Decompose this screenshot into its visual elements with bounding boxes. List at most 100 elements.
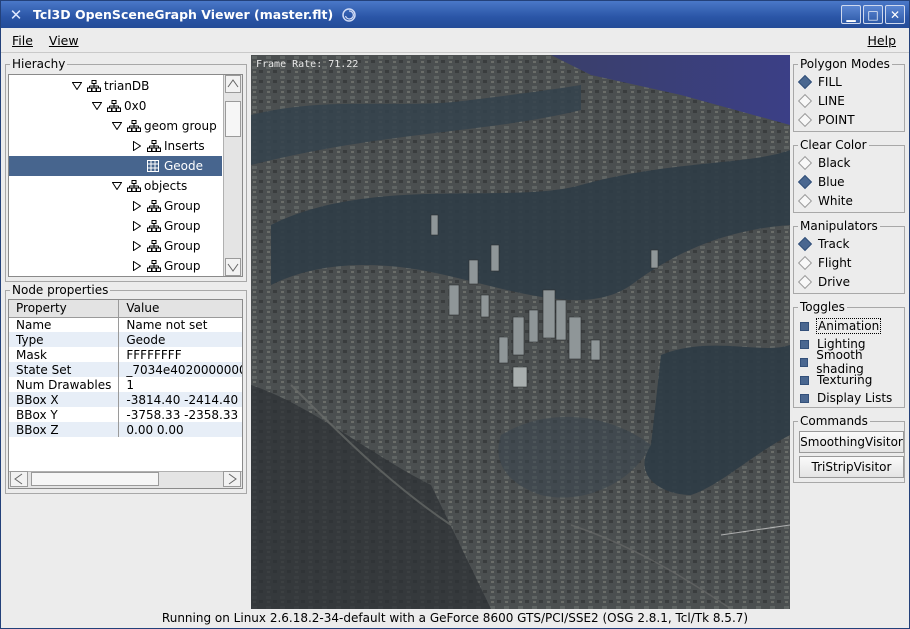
- tree-node[interactable]: 0x0: [9, 96, 222, 116]
- toggle-animation[interactable]: Animation: [800, 317, 882, 335]
- polygon-mode-option-line[interactable]: LINE: [797, 92, 845, 110]
- table-row[interactable]: State Set _7034e40200000000: [9, 362, 242, 377]
- geode-icon: [147, 160, 161, 172]
- manipulators-group: Manipulators Track Flight Drive: [793, 219, 905, 294]
- collapsed-triangle-icon[interactable]: [131, 140, 143, 152]
- manipulator-option-track[interactable]: Track: [797, 235, 850, 253]
- hierarchy-tree[interactable]: trianDB 0x0 geom group Inserts Geode objects G…: [8, 74, 243, 277]
- checkbox-icon[interactable]: [800, 357, 809, 367]
- expanded-triangle-icon[interactable]: [111, 120, 123, 132]
- collapsed-triangle-icon[interactable]: [131, 220, 143, 232]
- table-row[interactable]: BBox Z 0.00 0.00: [9, 422, 242, 437]
- radio-diamond-icon[interactable]: [797, 112, 813, 128]
- property-value-cell: 1: [118, 377, 242, 392]
- manipulator-option-flight[interactable]: Flight: [797, 254, 852, 272]
- polygon-modes-group: Polygon Modes FILL LINE POINT: [793, 57, 905, 132]
- clear-color-option-blue[interactable]: Blue: [797, 173, 845, 191]
- collapsed-triangle-icon[interactable]: [131, 240, 143, 252]
- tree-node-label: 0x0: [124, 99, 147, 113]
- checkbox-icon[interactable]: [800, 393, 809, 403]
- column-header-property[interactable]: Property: [9, 300, 120, 318]
- title-bar[interactable]: ✕ Tcl3D OpenSceneGraph Viewer (master.fl…: [1, 1, 909, 28]
- manipulator-option-label: Track: [818, 237, 850, 251]
- toggles-group: Toggles Animation Lighting Smooth shading T…: [793, 300, 905, 408]
- collapsed-triangle-icon[interactable]: [131, 200, 143, 212]
- column-header-value[interactable]: Value: [118, 300, 242, 318]
- checkbox-icon[interactable]: [800, 339, 809, 349]
- expanded-triangle-icon[interactable]: [111, 180, 123, 192]
- checkbox-icon[interactable]: [800, 321, 809, 331]
- tree-node[interactable]: objects: [9, 176, 222, 196]
- app-x-icon[interactable]: ✕: [5, 4, 27, 26]
- radio-diamond-icon[interactable]: [797, 193, 813, 209]
- scroll-left-arrow[interactable]: [10, 471, 28, 487]
- scroll-right-arrow[interactable]: [223, 471, 241, 487]
- property-name-cell: BBox Z: [9, 422, 120, 437]
- menu-file[interactable]: File: [7, 33, 38, 48]
- tree-scroll-thumb[interactable]: [225, 101, 241, 137]
- menu-view[interactable]: View: [44, 33, 84, 48]
- osg-viewport[interactable]: Frame Rate: 71.22: [251, 55, 790, 609]
- radio-diamond-icon[interactable]: [797, 93, 813, 109]
- clear-color-option-label: White: [818, 194, 853, 208]
- expanded-triangle-icon[interactable]: [91, 100, 103, 112]
- radio-diamond-icon[interactable]: [797, 236, 813, 252]
- tree-node[interactable]: geom group: [9, 116, 222, 136]
- tree-node[interactable]: Group: [9, 256, 222, 276]
- collapsed-triangle-icon[interactable]: [131, 260, 143, 272]
- tree-node-label: Inserts: [164, 139, 205, 153]
- tristrip-visitor-button[interactable]: TriStripVisitor: [799, 456, 904, 478]
- menu-help[interactable]: Help: [863, 33, 902, 48]
- toggle-texturing[interactable]: Texturing: [800, 371, 872, 389]
- group-icon: [127, 180, 141, 192]
- radio-diamond-icon[interactable]: [797, 174, 813, 190]
- group-icon: [147, 240, 161, 252]
- property-value-cell: Name not set: [118, 317, 242, 332]
- toggle-smooth-shading[interactable]: Smooth shading: [800, 348, 904, 376]
- tree-vertical-scrollbar[interactable]: [223, 75, 242, 276]
- clear-color-option-black[interactable]: Black: [797, 154, 850, 172]
- table-row[interactable]: Type Geode: [9, 332, 242, 347]
- table-row[interactable]: BBox X -3814.40 -2414.40: [9, 392, 242, 407]
- table-row[interactable]: Name Name not set: [9, 317, 242, 332]
- expanded-triangle-icon[interactable]: [71, 80, 83, 92]
- property-value-cell: _7034e40200000000: [118, 362, 242, 377]
- tree-node[interactable]: Geode: [9, 156, 222, 176]
- maximize-button[interactable]: □: [863, 5, 883, 24]
- arrow-down-icon: [227, 263, 239, 272]
- main-window: ✕ Tcl3D OpenSceneGraph Viewer (master.fl…: [0, 0, 910, 629]
- polygon-mode-option-point[interactable]: POINT: [797, 111, 855, 129]
- props-scroll-thumb[interactable]: [31, 472, 159, 486]
- tree-node[interactable]: Inserts: [9, 136, 222, 156]
- table-row[interactable]: Mask FFFFFFFF: [9, 347, 242, 362]
- tree-node[interactable]: Group: [9, 216, 222, 236]
- group-icon: [147, 200, 161, 212]
- scroll-down-arrow[interactable]: [225, 258, 241, 276]
- toggle-label: Animation: [815, 318, 882, 334]
- table-row[interactable]: BBox Y -3758.33 -2358.33: [9, 407, 242, 422]
- radio-diamond-icon[interactable]: [797, 255, 813, 271]
- property-name-cell: Name: [9, 317, 120, 332]
- table-row[interactable]: Num Drawables 1: [9, 377, 242, 392]
- toggle-label: Texturing: [817, 373, 873, 387]
- scroll-up-arrow[interactable]: [225, 75, 241, 93]
- group-icon: [147, 260, 161, 272]
- manipulator-option-drive[interactable]: Drive: [797, 273, 850, 291]
- property-name-cell: BBox Y: [9, 407, 120, 422]
- tree-node[interactable]: Group: [9, 196, 222, 216]
- property-value-cell: Geode: [118, 332, 242, 347]
- tree-node[interactable]: Group: [9, 236, 222, 256]
- checkbox-icon[interactable]: [800, 375, 809, 385]
- toggle-display-lists[interactable]: Display Lists: [800, 389, 892, 407]
- minimize-button[interactable]: ▁: [841, 5, 861, 24]
- props-horizontal-scrollbar[interactable]: [9, 471, 242, 488]
- radio-diamond-icon[interactable]: [797, 74, 813, 90]
- smoothing-visitor-button[interactable]: SmoothingVisitor: [799, 431, 904, 453]
- tree-node-label: Group: [164, 239, 201, 253]
- polygon-mode-option-fill[interactable]: FILL: [797, 73, 842, 91]
- tree-node[interactable]: trianDB: [9, 76, 222, 96]
- close-button[interactable]: ✕: [885, 5, 905, 24]
- radio-diamond-icon[interactable]: [797, 155, 813, 171]
- radio-diamond-icon[interactable]: [797, 274, 813, 290]
- clear-color-option-white[interactable]: White: [797, 192, 853, 210]
